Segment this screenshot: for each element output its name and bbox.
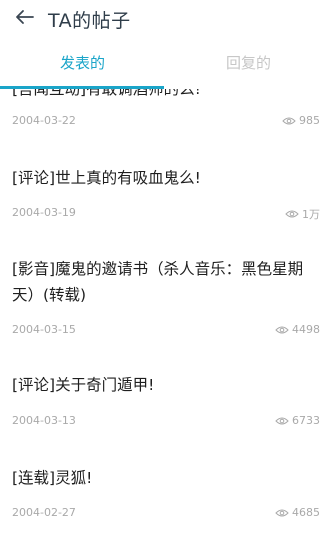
view-count: 6733: [292, 414, 320, 427]
post-title: [评论]关于奇门遁甲!: [12, 376, 155, 394]
eye-icon: [275, 417, 289, 424]
eye-icon: [282, 117, 296, 124]
view-count: 1万: [302, 208, 320, 221]
post-list[interactable]: [吾闻互动]有敢调酒师的么! 2004-03-22 985 [评论]世上真的有吸…: [0, 89, 328, 544]
tab-replied[interactable]: 回复的: [226, 52, 271, 73]
eye-icon: [275, 509, 289, 516]
post-date: 2004-02-27: [12, 506, 76, 519]
post-date: 2004-03-13: [12, 414, 76, 427]
arrow-left-icon: [16, 10, 34, 24]
tab-bar: 发表的 回复的: [0, 44, 328, 86]
view-count: 4685: [292, 506, 320, 519]
view-count: 4498: [292, 323, 320, 336]
post-title: [吾闻互动]有敢调酒师的么!: [12, 89, 201, 98]
eye-icon: [285, 210, 299, 218]
post-views: 4498: [275, 323, 320, 336]
page-title: TA的帖子: [48, 10, 131, 32]
app-window: TA的帖子 发表的 回复的 [吾闻互动]有敢调酒师的么! 2004-03-22 …: [0, 0, 328, 544]
post-views: 985: [282, 114, 320, 127]
eye-icon: [275, 326, 289, 333]
header: TA的帖子: [0, 0, 328, 40]
post-views: 4685: [275, 506, 320, 519]
post-date: 2004-03-22: [12, 114, 76, 127]
post-title: [连载]灵狐!: [12, 469, 93, 487]
post-title: [评论]世上真的有吸血鬼么!: [12, 169, 201, 187]
post-views: 6733: [275, 414, 320, 427]
post-date: 2004-03-19: [12, 206, 76, 219]
post-title: [影音]魔鬼的邀请书（杀人音乐：黑色星期天）(转载): [12, 260, 304, 304]
tab-posted[interactable]: 发表的: [60, 52, 105, 73]
post-date: 2004-03-15: [12, 323, 76, 336]
view-count: 985: [299, 114, 320, 127]
back-button[interactable]: [10, 2, 40, 32]
post-views: 1万: [285, 206, 320, 222]
